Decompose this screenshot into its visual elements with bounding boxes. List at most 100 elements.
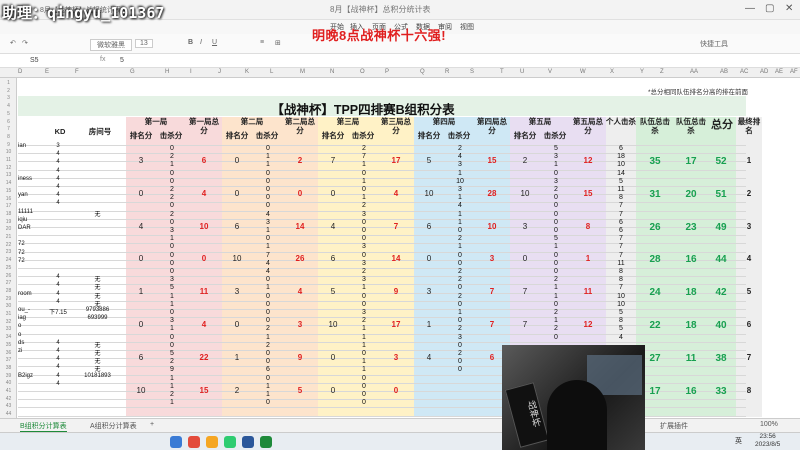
align-icon[interactable]: ≡ [260, 39, 264, 46]
personal-kills[interactable]: 18 [606, 153, 636, 160]
kill-count[interactable]: 1 [450, 243, 470, 250]
round-total[interactable]: 17 [380, 156, 412, 165]
kill-count[interactable]: 0 [162, 252, 182, 259]
kill-count[interactable]: 0 [258, 375, 278, 382]
round-total[interactable]: 14 [380, 254, 412, 263]
rank-points[interactable]: 3 [414, 287, 444, 296]
kill-count[interactable]: 0 [354, 227, 374, 234]
round-total[interactable]: 4 [188, 189, 220, 198]
round-total[interactable]: 9 [284, 353, 316, 362]
column-letter[interactable]: Z [660, 69, 664, 75]
rank-points[interactable]: 0 [318, 386, 348, 395]
undo-icon[interactable]: ↶ [10, 39, 16, 47]
row-number[interactable]: 41 [0, 388, 17, 394]
rank-points[interactable]: 0 [126, 189, 156, 198]
kill-count[interactable]: 0 [258, 317, 278, 324]
kill-count[interactable]: 2 [258, 342, 278, 349]
round-total[interactable]: 1 [572, 254, 604, 263]
rank-points[interactable]: 6 [414, 222, 444, 231]
kill-count[interactable]: 0 [258, 178, 278, 185]
kill-count[interactable]: 1 [258, 383, 278, 390]
player-name[interactable]: B2igz [18, 373, 48, 379]
row-number[interactable]: 29 [0, 296, 17, 302]
final-rank[interactable]: 5 [736, 287, 762, 296]
kill-count[interactable]: 0 [546, 170, 566, 177]
kill-count[interactable]: 0 [354, 375, 374, 382]
function-icon[interactable]: fx [100, 56, 105, 63]
player-kd[interactable]: 4 [48, 348, 68, 354]
rank-points[interactable]: 10 [318, 320, 348, 329]
round-total[interactable]: 0 [380, 386, 412, 395]
final-rank[interactable]: 7 [736, 353, 762, 362]
kill-count[interactable]: 1 [258, 391, 278, 398]
kill-count[interactable]: 2 [546, 309, 566, 316]
personal-kills[interactable]: 7 [606, 252, 636, 259]
final-rank[interactable]: 6 [736, 320, 762, 329]
kill-count[interactable]: 0 [258, 276, 278, 283]
row-number[interactable]: 22 [0, 242, 17, 248]
rank-points[interactable]: 6 [126, 353, 156, 362]
kill-count[interactable]: 0 [450, 252, 470, 259]
row-number[interactable]: 38 [0, 365, 17, 371]
zoom-level[interactable]: 100% [760, 421, 778, 428]
kill-count[interactable]: 2 [354, 268, 374, 275]
cell-reference[interactable]: S5 [30, 57, 39, 64]
kill-count[interactable]: 0 [258, 145, 278, 152]
row-number[interactable]: 34 [0, 334, 17, 340]
rank-points[interactable]: 1 [222, 353, 252, 362]
kill-count[interactable]: 0 [354, 186, 374, 193]
rank-points[interactable]: 10 [222, 254, 252, 263]
spreadsheet-app-icon[interactable] [260, 436, 272, 448]
row-number[interactable]: 7 [0, 126, 17, 132]
personal-kills[interactable]: 6 [606, 145, 636, 152]
kill-count[interactable]: 0 [354, 293, 374, 300]
sheet-tab-a[interactable]: A组积分计算表 [90, 421, 137, 431]
kill-count[interactable]: 1 [450, 170, 470, 177]
rank-points[interactable]: 7 [510, 320, 540, 329]
player-name[interactable]: 72 [18, 241, 48, 247]
kill-count[interactable]: 2 [354, 317, 374, 324]
kill-count[interactable]: 2 [450, 145, 470, 152]
round-total[interactable]: 22 [188, 353, 220, 362]
kill-count[interactable]: 1 [162, 375, 182, 382]
kill-count[interactable]: 0 [258, 358, 278, 365]
row-number[interactable]: 26 [0, 273, 17, 279]
player-kd[interactable]: 4 [48, 291, 68, 297]
room-number[interactable]: 10181893 [75, 373, 120, 379]
kill-count[interactable]: 1 [162, 293, 182, 300]
kill-count[interactable]: 1 [450, 211, 470, 218]
kill-count[interactable]: 2 [450, 276, 470, 283]
font-size-select[interactable]: 13 [135, 39, 153, 48]
kill-count[interactable]: 3 [450, 186, 470, 193]
round-total[interactable]: 3 [380, 353, 412, 362]
kill-count[interactable]: 4 [450, 153, 470, 160]
kill-count[interactable]: 4 [258, 211, 278, 218]
rank-points[interactable]: 2 [510, 156, 540, 165]
row-number[interactable]: 40 [0, 380, 17, 386]
team-kills[interactable]: 26 [638, 222, 672, 233]
input-language[interactable]: 英 [735, 436, 742, 446]
column-letter[interactable]: AC [740, 69, 748, 75]
team-kills[interactable]: 28 [638, 254, 672, 265]
kill-count[interactable]: 6 [258, 366, 278, 373]
kill-count[interactable]: 1 [546, 284, 566, 291]
row-number[interactable]: 16 [0, 196, 17, 202]
room-number[interactable]: 693999 [75, 315, 120, 321]
row-number[interactable]: 15 [0, 188, 17, 194]
kill-count[interactable]: 0 [546, 227, 566, 234]
team-total[interactable]: 42 [706, 287, 736, 298]
personal-kills[interactable]: 6 [606, 227, 636, 234]
round-total[interactable]: 15 [188, 386, 220, 395]
rank-points[interactable]: 0 [414, 254, 444, 263]
personal-kills[interactable]: 7 [606, 243, 636, 250]
kill-count[interactable]: 1 [546, 293, 566, 300]
rank-points[interactable]: 6 [222, 222, 252, 231]
row-number[interactable]: 1 [0, 80, 17, 86]
team-kill-points[interactable]: 17 [674, 156, 708, 167]
column-letter[interactable]: H [165, 69, 169, 75]
rank-points[interactable]: 3 [510, 222, 540, 231]
round-total[interactable]: 4 [380, 189, 412, 198]
row-number[interactable]: 3 [0, 95, 17, 101]
rank-points[interactable]: 3 [126, 156, 156, 165]
kill-count[interactable]: 0 [354, 252, 374, 259]
